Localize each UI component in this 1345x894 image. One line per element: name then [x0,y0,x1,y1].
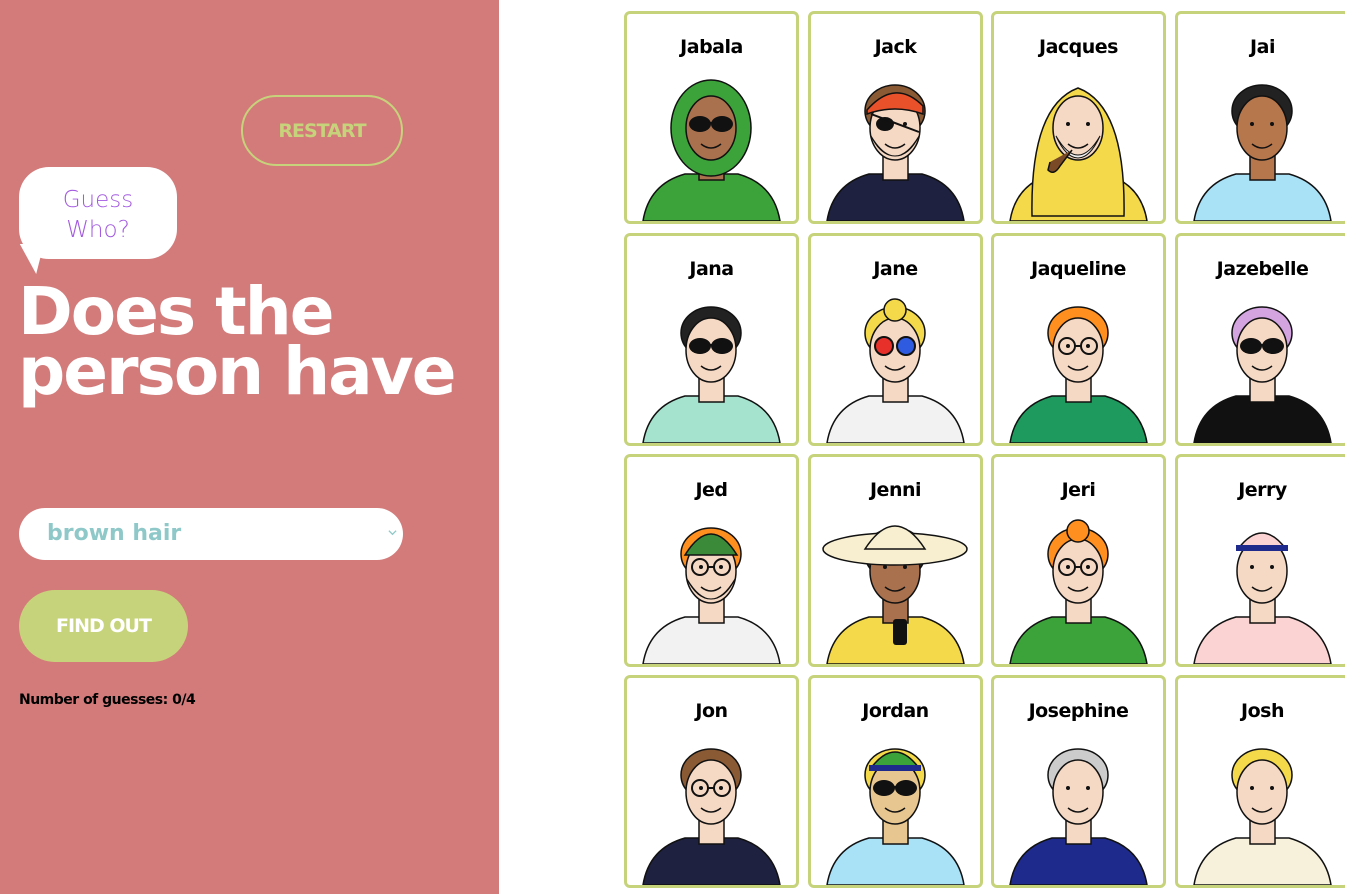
character-name: Josh [1241,700,1284,722]
character-portrait [1002,66,1155,221]
character-card-jack[interactable]: Jack [808,11,983,224]
left-panel: RESTART Guess Who? Does the person have … [0,0,499,894]
character-portrait [1186,509,1339,664]
character-card-jon[interactable]: Jon [624,675,799,888]
character-portrait [635,730,788,885]
logo-line-2: Who? [66,217,130,243]
character-name: Jazebelle [1216,258,1309,280]
character-card-jabala[interactable]: Jabala [624,11,799,224]
logo-line-1: Guess [62,187,134,213]
character-card-jed[interactable]: Jed [624,454,799,667]
character-card-jordan[interactable]: Jordan [808,675,983,888]
character-name: Jabala [680,36,743,58]
character-card-josephine[interactable]: Josephine [991,675,1166,888]
character-name: Jeri [1061,479,1096,501]
character-card-jenni[interactable]: Jenni [808,454,983,667]
restart-button[interactable]: RESTART [241,95,403,166]
character-name: Jane [873,258,918,280]
character-card-jeri[interactable]: Jeri [991,454,1166,667]
character-portrait [819,288,972,443]
character-portrait [1002,509,1155,664]
character-name: Jack [874,36,917,58]
character-portrait [1002,730,1155,885]
character-card-jerry[interactable]: Jerry [1175,454,1345,667]
chevron-down-icon [388,530,397,536]
character-card-jane[interactable]: Jane [808,233,983,446]
character-name: Jordan [862,700,929,722]
character-name: Jenni [869,479,922,501]
character-portrait [819,66,972,221]
character-portrait [635,288,788,443]
character-name: Jana [689,258,734,280]
attribute-select[interactable]: brown hair [19,508,403,560]
character-portrait [1002,288,1155,443]
character-card-jaqueline[interactable]: Jaqueline [991,233,1166,446]
question-heading: Does the person have [18,273,456,410]
character-name: Jai [1250,36,1275,58]
guess-counter: Number of guesses: 0/4 [19,692,196,708]
logo-text: Guess Who? [19,185,177,245]
selected-option: brown hair [47,521,182,546]
character-portrait [1186,66,1339,221]
character-name: Jacques [1039,36,1118,58]
character-portrait [819,509,972,664]
character-name: Jerry [1238,479,1287,501]
character-portrait [1186,730,1339,885]
character-name: Jed [695,479,728,501]
character-name: Jon [695,700,728,722]
character-portrait [635,509,788,664]
character-portrait [635,66,788,221]
character-name: Josephine [1028,700,1129,722]
character-card-jana[interactable]: Jana [624,233,799,446]
character-card-jai[interactable]: Jai [1175,11,1345,224]
character-portrait [819,730,972,885]
character-card-jacques[interactable]: Jacques [991,11,1166,224]
character-portrait [1186,288,1339,443]
find-out-button[interactable]: FIND OUT [19,590,188,662]
character-card-jazebelle[interactable]: Jazebelle [1175,233,1345,446]
character-card-josh[interactable]: Josh [1175,675,1345,888]
character-name: Jaqueline [1031,258,1126,280]
